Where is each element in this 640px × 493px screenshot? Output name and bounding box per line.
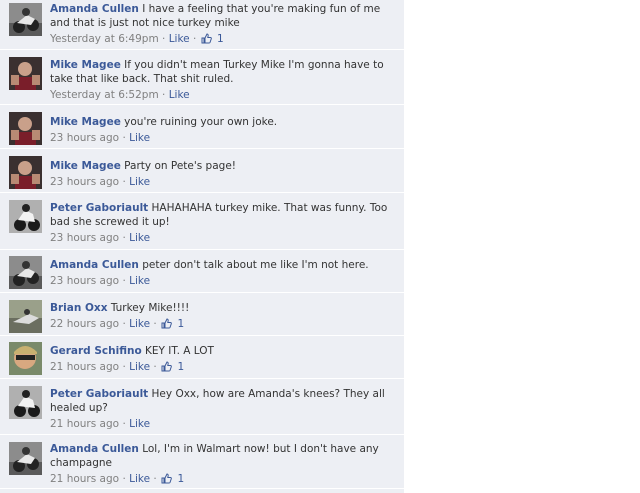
comment-timestamp[interactable]: 23 hours ago bbox=[50, 176, 119, 188]
comment-item: Mike Magee Party on Pete's page! 23 hour… bbox=[0, 149, 404, 193]
comment-timestamp[interactable]: Yesterday at 6:49pm bbox=[50, 33, 159, 45]
avatar[interactable] bbox=[9, 300, 42, 333]
comment-timestamp[interactable]: 21 hours ago bbox=[50, 361, 119, 373]
comment-text: peter don't talk about me like I'm not h… bbox=[142, 259, 369, 271]
avatar[interactable] bbox=[9, 342, 42, 375]
like-link[interactable]: Like bbox=[129, 275, 150, 287]
like-link[interactable]: Like bbox=[129, 473, 150, 485]
comment-timestamp[interactable]: 21 hours ago bbox=[50, 473, 119, 485]
comment-author-link[interactable]: Peter Gaboriault bbox=[50, 202, 148, 214]
like-link[interactable]: Like bbox=[129, 176, 150, 188]
separator-dot: · bbox=[162, 33, 166, 45]
like-link[interactable]: Like bbox=[129, 361, 150, 373]
comment-author-link[interactable]: Mike Magee bbox=[50, 160, 121, 172]
separator-dot: · bbox=[122, 361, 126, 373]
avatar[interactable] bbox=[9, 386, 42, 419]
comment-author-link[interactable]: Brian Oxx bbox=[50, 302, 107, 314]
comment-author-link[interactable]: Amanda Cullen bbox=[50, 443, 139, 455]
comment-author-link[interactable]: Peter Gaboriault bbox=[50, 388, 148, 400]
comment-text: Party on Pete's page! bbox=[124, 160, 236, 172]
thumbs-up-icon[interactable] bbox=[161, 361, 172, 372]
like-link[interactable]: Like bbox=[169, 33, 190, 45]
comment-item: Brian Oxx Turkey Mike!!!! 22 hours ago ·… bbox=[0, 293, 404, 336]
motorcycle-avatar-icon bbox=[9, 386, 42, 419]
like-link[interactable]: Like bbox=[129, 232, 150, 244]
comment-author-link[interactable]: Amanda Cullen bbox=[50, 259, 139, 271]
avatar[interactable] bbox=[9, 3, 42, 36]
person-avatar-icon bbox=[9, 156, 42, 189]
like-link[interactable]: Like bbox=[169, 89, 190, 101]
separator-dot: · bbox=[122, 418, 126, 430]
avatar[interactable] bbox=[9, 112, 42, 145]
separator-dot: · bbox=[122, 318, 126, 330]
separator-dot: · bbox=[153, 473, 157, 485]
comment-timestamp[interactable]: 23 hours ago bbox=[50, 132, 119, 144]
motorcycle-avatar-icon bbox=[9, 442, 42, 475]
comment-item: Amanda Cullen peter don't talk about me … bbox=[0, 250, 404, 293]
comment-item: Amanda Cullen I have a feeling that you'… bbox=[0, 0, 404, 50]
avatar[interactable] bbox=[9, 200, 42, 233]
comment-item: Mike Magee you're ruining your own joke.… bbox=[0, 105, 404, 149]
like-count[interactable]: 1 bbox=[177, 361, 184, 373]
separator-dot: · bbox=[122, 232, 126, 244]
separator-dot: · bbox=[122, 275, 126, 287]
comment-text: Turkey Mike!!!! bbox=[110, 302, 190, 314]
comment-item: Amanda Cullen Lol, I'm in Walmart now! b… bbox=[0, 435, 404, 489]
motorcycle-avatar-icon bbox=[9, 200, 42, 233]
comment-item: Mike Magee If you didn't mean Turkey Mik… bbox=[0, 50, 404, 105]
person-avatar-icon bbox=[9, 57, 42, 90]
like-count[interactable]: 1 bbox=[177, 318, 184, 330]
thumbs-up-icon[interactable] bbox=[161, 318, 172, 329]
like-link[interactable]: Like bbox=[129, 418, 150, 430]
comment-timestamp[interactable]: 22 hours ago bbox=[50, 318, 119, 330]
person-avatar-icon bbox=[9, 112, 42, 145]
comment-author-link[interactable]: Gerard Schifino bbox=[50, 345, 142, 357]
motorcycle-avatar-icon bbox=[9, 256, 42, 289]
comment-item: Peter Gaboriault Hey Oxx, how are Amanda… bbox=[0, 379, 404, 435]
separator-dot: · bbox=[153, 361, 157, 373]
comment-author-link[interactable]: Amanda Cullen bbox=[50, 3, 139, 15]
comment-timestamp[interactable]: 23 hours ago bbox=[50, 275, 119, 287]
avatar[interactable] bbox=[9, 57, 42, 90]
avatar[interactable] bbox=[9, 442, 42, 475]
comment-timestamp[interactable]: 23 hours ago bbox=[50, 232, 119, 244]
like-count[interactable]: 1 bbox=[217, 33, 224, 45]
separator-dot: · bbox=[122, 132, 126, 144]
separator-dot: · bbox=[122, 473, 126, 485]
person-avatar-icon bbox=[9, 342, 42, 375]
comment-item: Peter Gaboriault HAHAHAHA turkey mike. T… bbox=[0, 193, 404, 250]
separator-dot: · bbox=[122, 176, 126, 188]
motorcycle-avatar-icon bbox=[9, 300, 42, 333]
like-link[interactable]: Like bbox=[129, 132, 150, 144]
avatar[interactable] bbox=[9, 256, 42, 289]
avatar[interactable] bbox=[9, 156, 42, 189]
like-link[interactable]: Like bbox=[129, 318, 150, 330]
separator-dot: · bbox=[153, 318, 157, 330]
thumbs-up-icon[interactable] bbox=[161, 473, 172, 484]
comment-text: you're ruining your own joke. bbox=[124, 116, 278, 128]
motorcycle-avatar-icon bbox=[9, 3, 42, 36]
separator-dot: · bbox=[192, 33, 197, 45]
separator-dot: · bbox=[162, 89, 166, 101]
thumbs-up-icon[interactable] bbox=[201, 33, 212, 44]
comment-timestamp[interactable]: 21 hours ago bbox=[50, 418, 119, 430]
comment-timestamp[interactable]: Yesterday at 6:52pm bbox=[50, 89, 159, 101]
like-count[interactable]: 1 bbox=[177, 473, 184, 485]
next-comment-edge bbox=[0, 489, 404, 493]
comment-item: Gerard Schifino KEY IT. A LOT 21 hours a… bbox=[0, 336, 404, 379]
comment-text: KEY IT. A LOT bbox=[145, 345, 214, 357]
comment-author-link[interactable]: Mike Magee bbox=[50, 116, 121, 128]
comment-author-link[interactable]: Mike Magee bbox=[50, 59, 121, 71]
